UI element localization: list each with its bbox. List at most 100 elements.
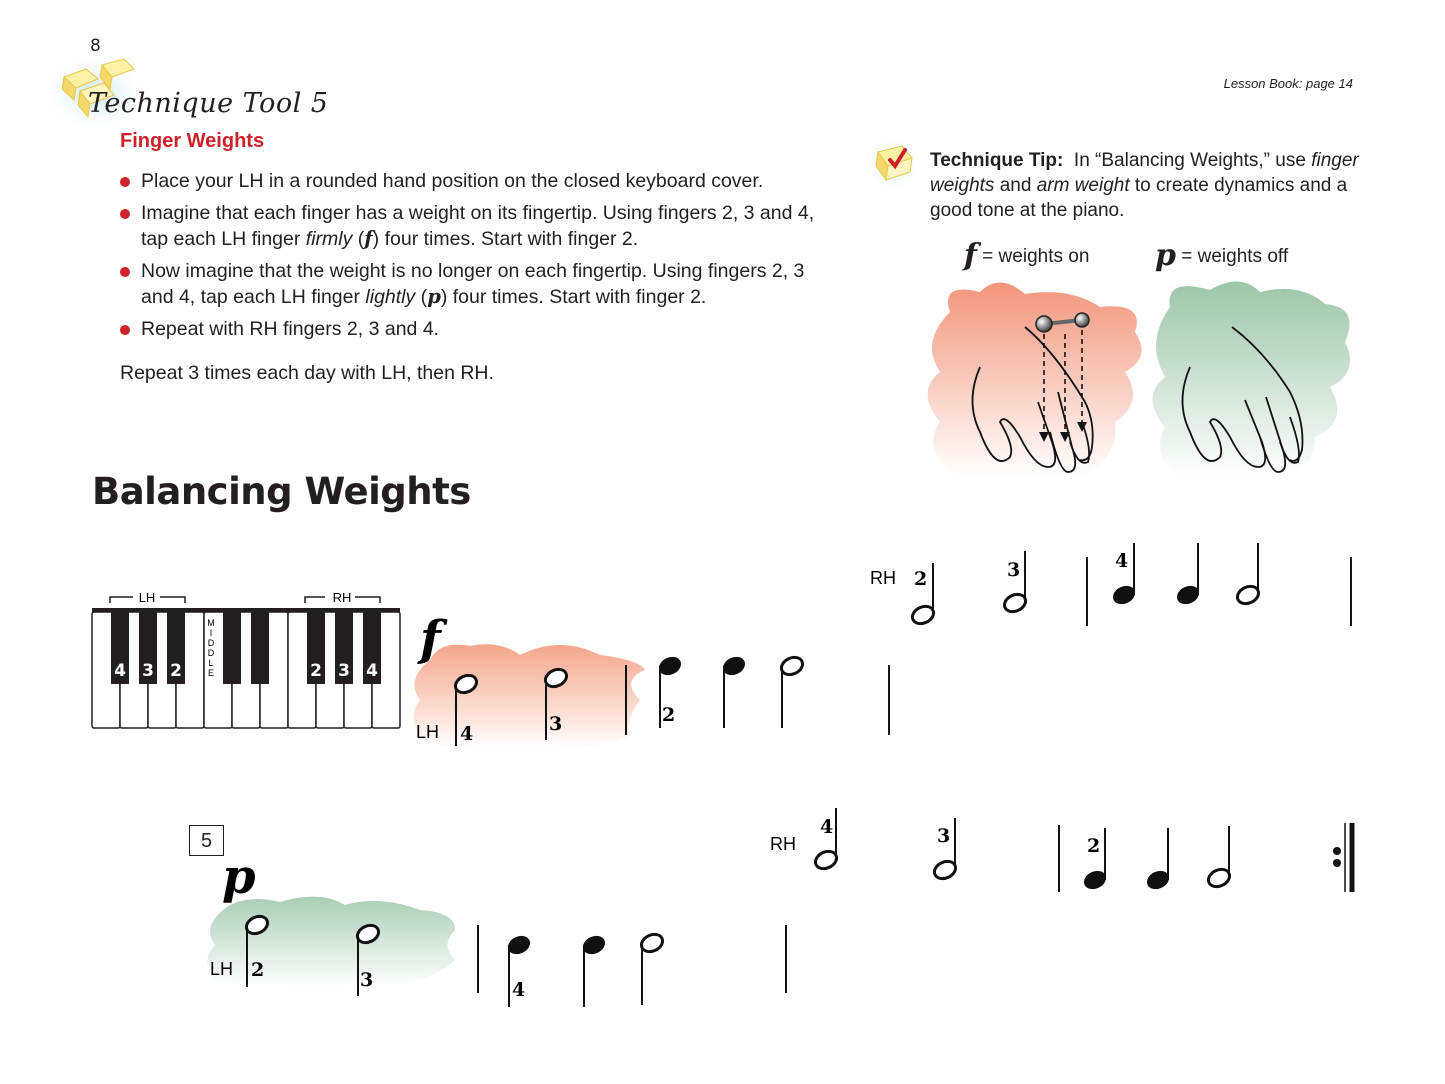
repeat-instruction: Repeat 3 times each day with LH, then RH… [120, 362, 494, 384]
forte-dynamic-mark: f [417, 611, 448, 667]
fingering: 2 [662, 704, 675, 726]
keyboard-lh-label: LH [139, 590, 156, 605]
quarter-note [1146, 870, 1170, 890]
instruction-text: Place your LH in a rounded hand position… [141, 170, 764, 192]
tip-text: and [994, 175, 1037, 196]
finger-number: 3 [338, 661, 350, 681]
finger-number: 4 [114, 661, 126, 681]
half-note [244, 914, 270, 936]
fingering: 3 [360, 969, 373, 991]
piano-cloud-shape [207, 896, 455, 987]
keyboard-rh-label: RH [333, 590, 352, 605]
middle-c-letter: L [208, 658, 213, 668]
rh-label: RH [770, 834, 796, 854]
rh-bracket [355, 596, 381, 603]
fingering: 2 [1087, 835, 1100, 857]
piano-symbol: p [1155, 238, 1176, 273]
page-number: 8 [90, 36, 101, 56]
finger-number: 2 [170, 661, 182, 681]
legend-piano: p = weights off [1155, 238, 1288, 273]
instruction-item: Now imagine that the weight is no longer… [120, 258, 840, 310]
checkmark-block-icon [868, 138, 920, 190]
fingering: 4 [1115, 550, 1128, 572]
quarter-note [1083, 870, 1107, 890]
quarter-note [582, 935, 606, 955]
half-note [453, 673, 479, 695]
half-note [779, 655, 805, 677]
quarter-note [1176, 585, 1200, 605]
half-note [910, 604, 936, 626]
tip-text: In “Balancing Weights,” use [1073, 150, 1312, 171]
repeat-dot [1333, 859, 1341, 867]
black-key [223, 612, 241, 684]
finger-weights-subtitle: Finger Weights [120, 130, 265, 152]
middle-c-letter: M [207, 618, 215, 628]
repeat-dot [1333, 847, 1341, 855]
instruction-text: four times. Start with finger 2. [379, 228, 639, 250]
technique-tool-title: Technique Tool 5 [88, 88, 329, 119]
half-note [813, 849, 839, 871]
instruction-item: Repeat with RH fingers 2, 3 and 4. [120, 316, 840, 342]
quarter-note [722, 656, 746, 676]
technique-tip-label: Technique Tip: [930, 150, 1064, 171]
half-note [932, 859, 958, 881]
emphasis-arm-weight: arm weight [1036, 175, 1130, 196]
fingering: 4 [512, 979, 525, 1001]
half-note [1206, 867, 1232, 889]
bullet-dot-icon [120, 177, 130, 187]
piano-cloud [1152, 281, 1350, 477]
hands-illustration [927, 281, 1350, 477]
lh-bracket [160, 596, 186, 603]
lh-label: LH [416, 722, 439, 742]
bullet-dot-icon [120, 209, 130, 219]
lh-label: LH [210, 959, 233, 979]
bullet-dot-icon [120, 267, 130, 277]
fingering: 3 [937, 825, 950, 847]
finger-number: 2 [310, 661, 322, 681]
fingering: 2 [914, 568, 927, 590]
section-title: Balancing Weights [92, 470, 471, 513]
fingering: 3 [1007, 559, 1020, 581]
quarter-note [658, 656, 682, 676]
lh-bracket [109, 596, 133, 603]
middle-c-label: MIDDLE [207, 618, 215, 678]
half-note [1002, 592, 1028, 614]
forte-cloud-shape [413, 644, 645, 750]
fingering: 3 [549, 713, 562, 735]
half-note [543, 667, 569, 689]
keyboard-diagram: 432234 LH RH MIDDLE [85, 585, 415, 735]
instruction-item: Place your LH in a rounded hand position… [120, 168, 840, 194]
fingering: 4 [460, 723, 473, 745]
measure-number: 5 [189, 825, 224, 856]
middle-c-letter: D [208, 648, 215, 658]
piano-symbol: p [427, 285, 441, 308]
half-note [1235, 584, 1261, 606]
finger-number: 4 [366, 661, 378, 681]
fingering: 2 [251, 959, 264, 981]
middle-c-letter: D [208, 638, 215, 648]
fingering: 4 [820, 816, 833, 838]
rh-bracket [304, 596, 325, 603]
keyboard-svg: 432234 LH RH MIDDLE [91, 590, 401, 729]
half-note [355, 923, 381, 945]
quarter-note [1112, 585, 1136, 605]
middle-c-letter: E [208, 668, 214, 678]
black-key [251, 612, 269, 684]
technique-tip: Technique Tip: In “Balancing Weights,” u… [930, 148, 1360, 223]
quarter-note [507, 935, 531, 955]
legend-forte-text: = weights on [976, 246, 1090, 267]
instruction-text: four times. Start with finger 2. [447, 286, 707, 308]
bullet-dot-icon [120, 325, 130, 335]
half-note [639, 932, 665, 954]
forte-symbol: f [364, 227, 373, 250]
instruction-list: Place your LH in a rounded hand position… [120, 168, 840, 386]
instruction-item: Imagine that each finger has a weight on… [120, 200, 840, 252]
piano-dynamic-mark: p [222, 849, 256, 905]
finger-number: 3 [142, 661, 154, 681]
forte-cloud [927, 282, 1142, 477]
emphasis-lightly: lightly [365, 286, 416, 308]
rh-label: RH [870, 568, 896, 588]
legend-piano-text: = weights off [1175, 246, 1289, 267]
emphasis-firmly: firmly [305, 228, 353, 250]
middle-c-letter: I [210, 628, 213, 638]
